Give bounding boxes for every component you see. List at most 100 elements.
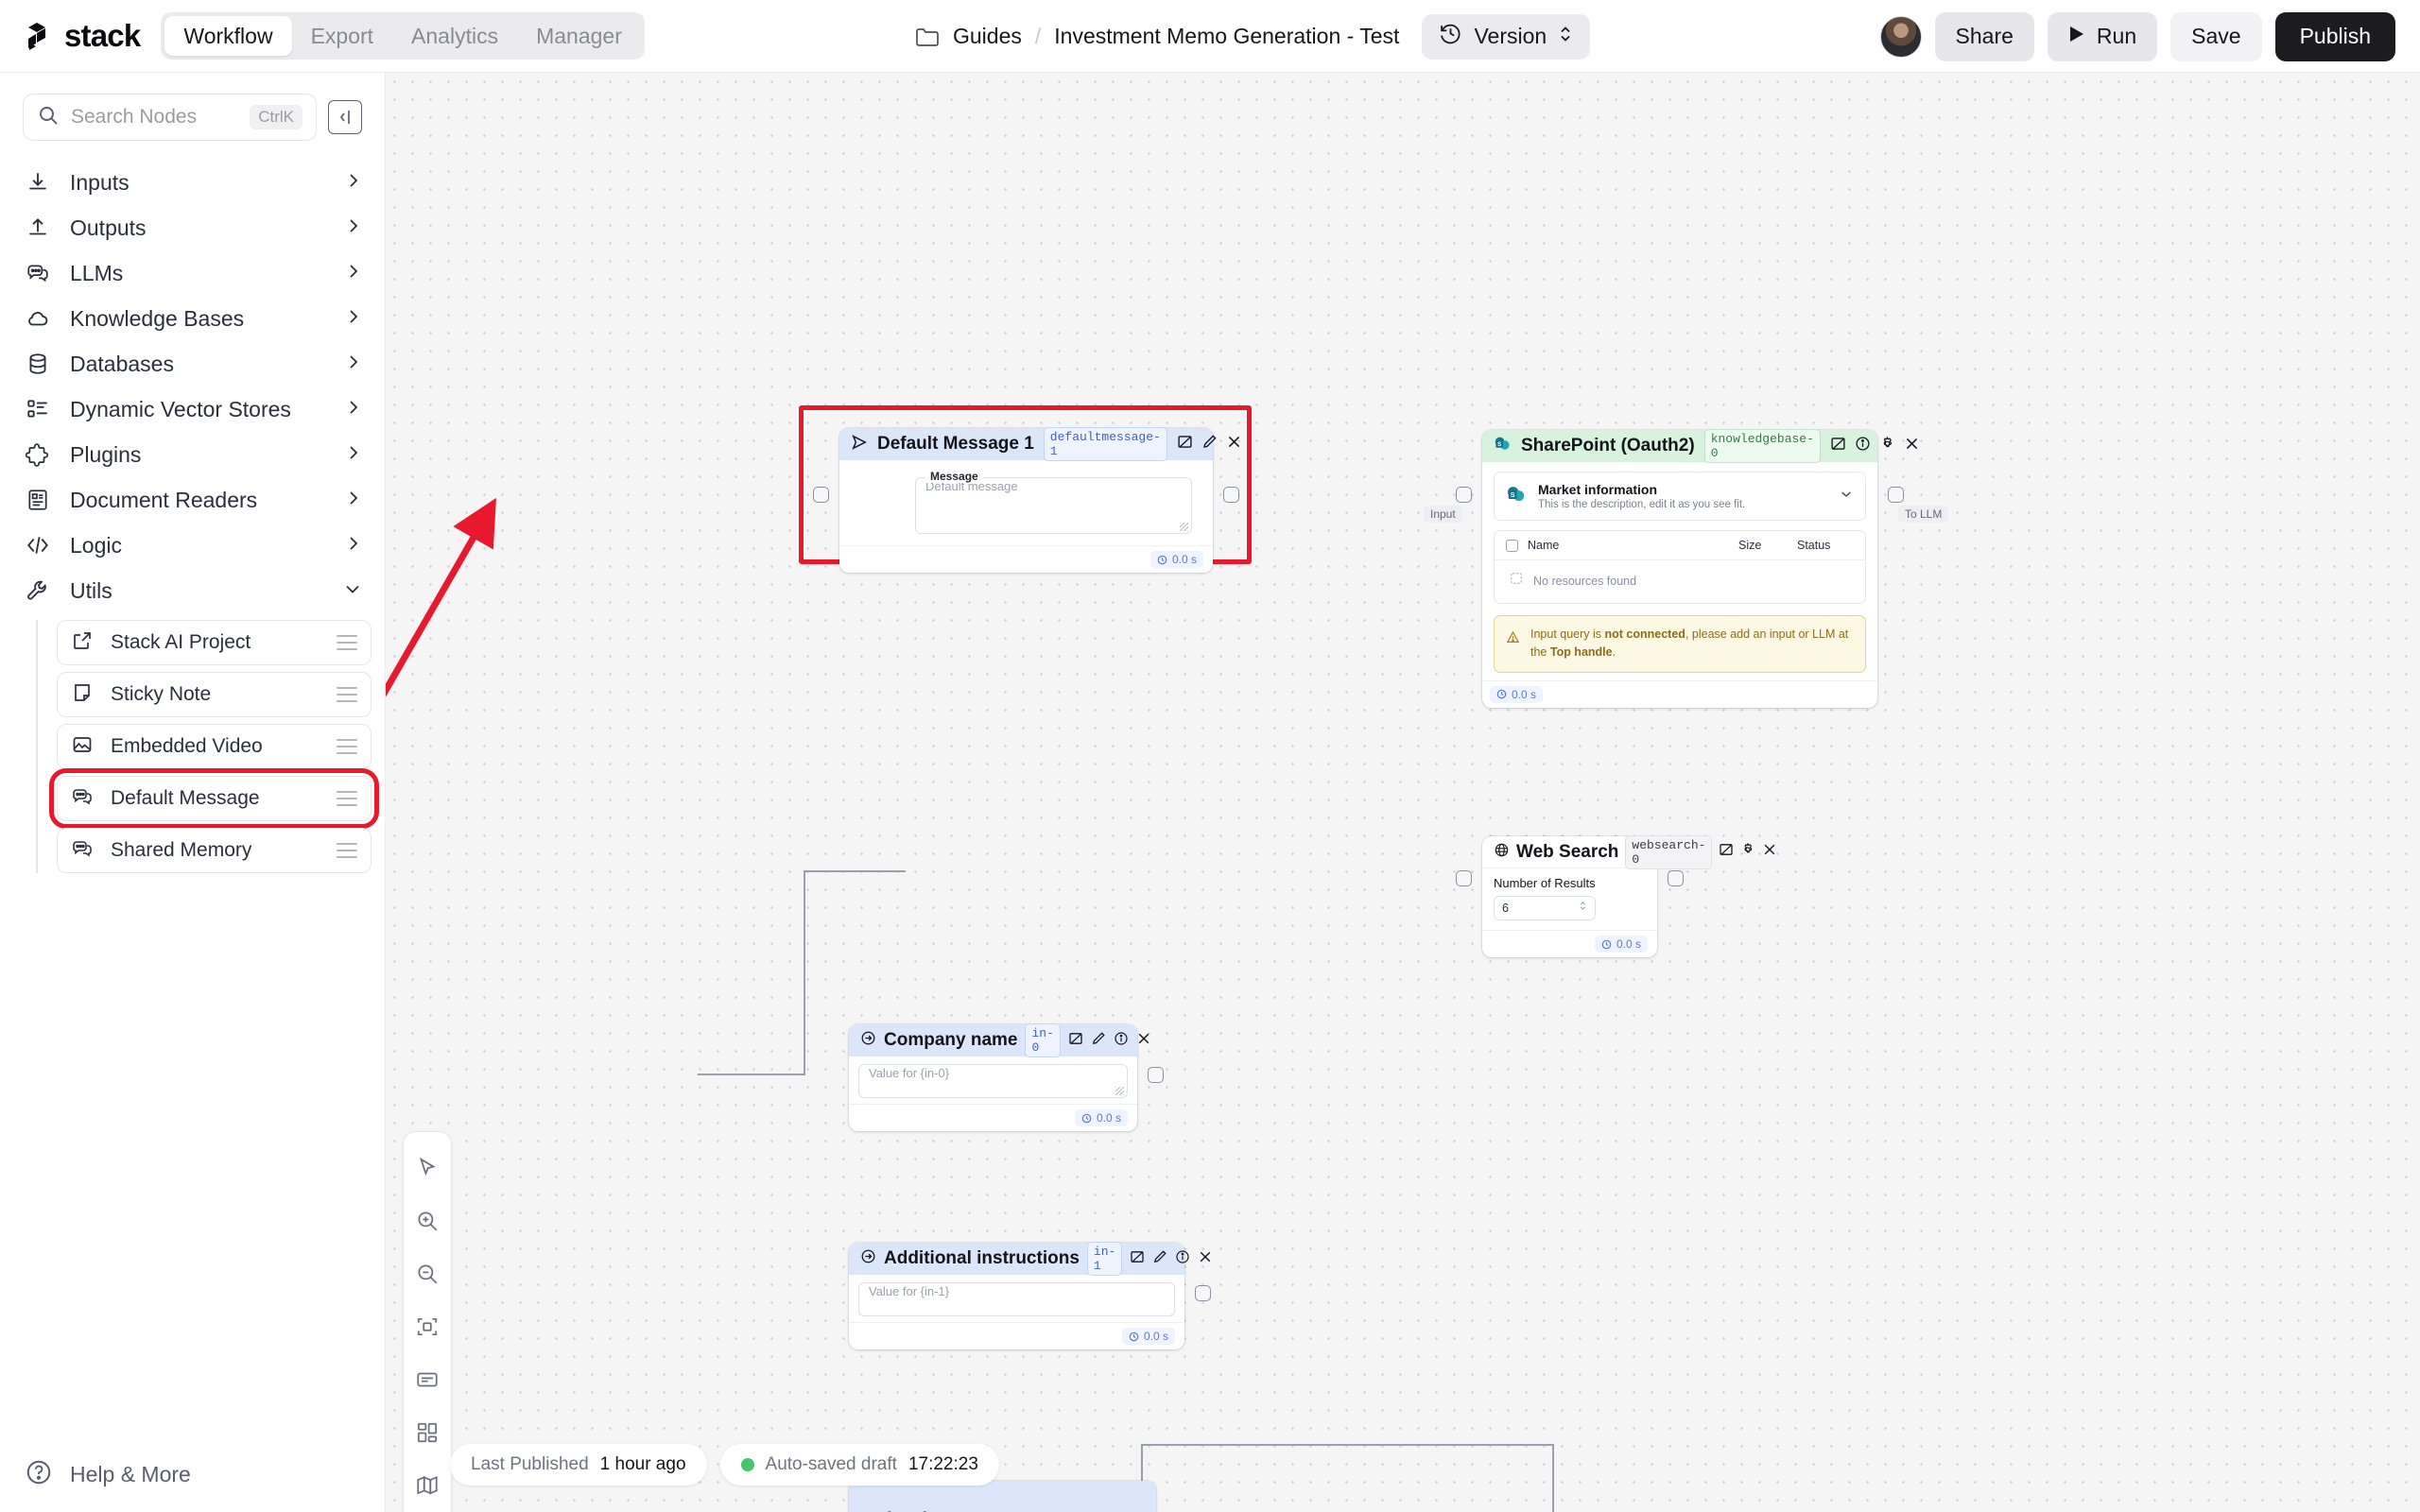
expand-icon[interactable] (1719, 842, 1734, 862)
resource-title: Market information (1538, 482, 1658, 497)
stepper-chevrons-icon[interactable] (1579, 900, 1587, 917)
minimap-button[interactable] (404, 1459, 451, 1512)
cursor-tool-button[interactable] (404, 1142, 451, 1194)
close-icon[interactable] (1198, 1249, 1213, 1269)
notes-button[interactable] (404, 1353, 451, 1406)
expand-icon[interactable] (1068, 1031, 1083, 1051)
edit-icon[interactable] (1152, 1249, 1167, 1269)
puzzle-icon (25, 441, 51, 468)
sidebar-item-document-readers[interactable]: Document Readers (0, 477, 385, 523)
node-input-handle[interactable] (1456, 870, 1472, 886)
timing-badge: 0.0 s (1490, 685, 1544, 703)
workflow-canvas[interactable]: Default Message 1 defaultmessage-1 Messa… (386, 73, 2420, 1512)
node-title: Additional instructions (884, 1248, 1080, 1268)
tab-analytics[interactable]: Analytics (392, 16, 517, 56)
zoom-out-button[interactable] (404, 1247, 451, 1300)
resize-grip-icon[interactable] (1115, 1087, 1124, 1095)
fit-view-button[interactable] (404, 1300, 451, 1353)
breadcrumb: Guides / Investment Memo Generation - Te… (915, 0, 1591, 73)
share-button[interactable]: Share (1934, 11, 2034, 61)
node-item-sticky-note[interactable]: Sticky Note (57, 672, 372, 717)
avatar[interactable] (1879, 15, 1922, 58)
sidebar-item-inputs[interactable]: Inputs (0, 160, 385, 205)
node-additional-instructions[interactable]: Additional instructions in-1 Value for {… (849, 1242, 1211, 1349)
zoom-in-button[interactable] (404, 1194, 451, 1247)
drag-handle-icon[interactable] (337, 739, 357, 754)
instruction-arrow (386, 497, 496, 697)
tab-workflow[interactable]: Workflow (164, 16, 292, 56)
expand-icon[interactable] (1830, 436, 1846, 456)
tab-manager[interactable]: Manager (517, 16, 641, 56)
version-selector[interactable]: Version (1422, 13, 1591, 60)
node-output-handle[interactable] (1195, 1285, 1211, 1301)
additional-instructions-input[interactable]: Value for {in-1} (858, 1282, 1175, 1316)
node-default-message[interactable]: Default Message 1 defaultmessage-1 Messa… (813, 427, 1239, 573)
sidebar-item-llms[interactable]: LLMs (0, 250, 385, 296)
node-output-handle[interactable] (1223, 487, 1239, 503)
node-item-default-message[interactable]: Default Message (49, 768, 379, 829)
info-icon[interactable] (1855, 436, 1871, 456)
save-button[interactable]: Save (2170, 11, 2262, 61)
sidebar-item-plugins[interactable]: Plugins (0, 432, 385, 477)
node-sharepoint[interactable]: S SharePoint (Oauth2) knowledgebase-0 S … (1456, 429, 1918, 708)
collapse-sidebar-button[interactable] (328, 100, 362, 134)
node-header-actions (1719, 842, 1777, 862)
help-and-more-button[interactable]: Help & More (0, 1458, 385, 1491)
grid-button[interactable] (404, 1406, 451, 1459)
close-icon[interactable] (1762, 842, 1777, 862)
node-output-handle[interactable] (1888, 487, 1904, 503)
node-item-label: Default Message (111, 787, 260, 809)
sidebar-item-knowledge-bases[interactable]: Knowledge Bases (0, 296, 385, 341)
search-placeholder: Search Nodes (71, 106, 198, 128)
node-output-handle[interactable] (1148, 1067, 1164, 1083)
sidebar-item-outputs[interactable]: Outputs (0, 205, 385, 250)
sidebar-item-utils[interactable]: Utils (0, 568, 385, 613)
message-field[interactable]: Message Default message (915, 470, 1192, 534)
node-input-handle[interactable] (1456, 487, 1472, 503)
sidebar-item-databases[interactable]: Databases (0, 341, 385, 387)
run-button[interactable]: Run (2047, 11, 2158, 61)
number-of-results-stepper[interactable]: 6 (1494, 896, 1596, 920)
brand-name: stack (64, 18, 141, 53)
close-icon[interactable] (1136, 1031, 1151, 1051)
node-item-embedded-video[interactable]: Embedded Video (57, 724, 372, 769)
number-of-results-label: Number of Results (1494, 876, 1596, 890)
sidebar-item-logic[interactable]: Logic (0, 523, 385, 568)
select-all-checkbox[interactable] (1506, 539, 1518, 552)
node-web-search[interactable]: Web Search websearch-0 Number of Results (1456, 834, 1775, 957)
node-output-handle[interactable] (1668, 870, 1684, 886)
company-name-input[interactable]: Value for {in-0} (858, 1064, 1128, 1098)
node-input-handle[interactable] (813, 487, 829, 503)
drag-handle-icon[interactable] (337, 635, 357, 650)
close-icon[interactable] (1226, 434, 1242, 455)
close-icon[interactable] (1904, 436, 1920, 456)
gear-icon[interactable] (1879, 436, 1895, 456)
chevron-down-icon[interactable] (1839, 487, 1854, 507)
download-icon (25, 169, 51, 196)
expand-icon[interactable] (1130, 1249, 1145, 1269)
search-input[interactable]: Search Nodes CtrlK (23, 94, 317, 141)
node-company-name[interactable]: Company name in-0 Value for {in-0} 0.0 s (849, 1023, 1164, 1131)
send-icon (851, 434, 868, 455)
info-icon[interactable] (1114, 1031, 1129, 1051)
drag-handle-icon[interactable] (337, 791, 357, 806)
info-icon[interactable] (1175, 1249, 1190, 1269)
brand-logo-group[interactable]: stack (25, 18, 141, 54)
resource-selector[interactable]: S Market information This is the descrip… (1494, 472, 1866, 521)
page-title[interactable]: Investment Memo Generation - Test (1054, 24, 1399, 49)
tab-export[interactable]: Export (292, 16, 392, 56)
edit-icon[interactable] (1091, 1031, 1106, 1051)
publish-button[interactable]: Publish (2274, 11, 2395, 61)
expand-icon[interactable] (1177, 434, 1193, 455)
sidebar-item-dynamic-vector-stores[interactable]: Dynamic Vector Stores (0, 387, 385, 432)
resize-grip-icon[interactable] (1180, 523, 1188, 531)
node-item-stack-ai-project[interactable]: Stack AI Project (57, 620, 372, 665)
breadcrumb-separator: / (1034, 24, 1042, 48)
gear-icon[interactable] (1740, 842, 1755, 862)
breadcrumb-parent[interactable]: Guides (953, 24, 1022, 49)
node-item-shared-memory[interactable]: Shared Memory (57, 828, 372, 873)
drag-handle-icon[interactable] (337, 687, 357, 702)
drag-handle-icon[interactable] (337, 843, 357, 858)
node-item-label: Embedded Video (111, 735, 263, 757)
edit-icon[interactable] (1201, 434, 1218, 455)
